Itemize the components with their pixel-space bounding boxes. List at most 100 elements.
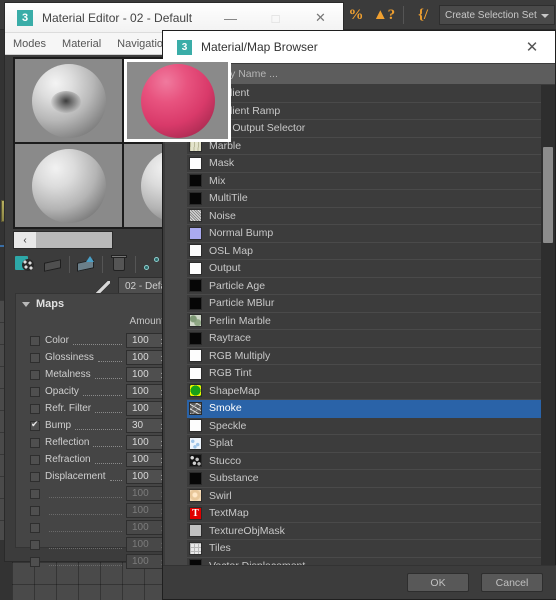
browser-list-item[interactable]: TextureObjMask bbox=[187, 523, 541, 540]
browser-list-item[interactable]: T TextMap bbox=[187, 505, 541, 523]
scrollbar-thumb[interactable] bbox=[543, 147, 553, 243]
map-row[interactable]: Reflection 100 bbox=[16, 434, 180, 451]
map-checkbox[interactable] bbox=[30, 437, 40, 448]
map-swatch-icon bbox=[189, 296, 202, 310]
map-row[interactable]: 100 bbox=[16, 485, 180, 502]
angle-snap-icon[interactable]: ▲? bbox=[372, 3, 396, 27]
browser-list-item[interactable]: Swirl bbox=[187, 488, 541, 505]
map-checkbox[interactable] bbox=[30, 471, 40, 482]
list-scrollbar[interactable] bbox=[541, 85, 555, 596]
triangle-down-icon[interactable] bbox=[22, 301, 30, 307]
map-checkbox[interactable] bbox=[30, 419, 40, 431]
map-row[interactable]: 100 bbox=[16, 519, 180, 536]
browser-list-item[interactable]: Raytrace bbox=[187, 330, 541, 348]
chevron-down-icon[interactable] bbox=[541, 14, 549, 18]
map-swatch-icon bbox=[189, 174, 202, 188]
browser-list-item[interactable]: Perlin Marble bbox=[187, 313, 541, 330]
browser-list-item[interactable]: Speckle bbox=[187, 418, 541, 435]
map-checkbox[interactable] bbox=[30, 386, 40, 397]
minimize-icon[interactable]: — bbox=[208, 3, 253, 33]
map-row[interactable]: Metalness 100 bbox=[16, 366, 180, 383]
material-preview-sphere bbox=[31, 148, 106, 223]
map-swatch-icon bbox=[189, 156, 202, 170]
map-row[interactable]: Bump 30 bbox=[16, 417, 180, 434]
map-row[interactable]: Opacity 100 bbox=[16, 383, 180, 400]
map-checkbox[interactable] bbox=[30, 454, 40, 465]
maximize-icon[interactable]: □ bbox=[253, 3, 298, 33]
map-dot-leader bbox=[94, 455, 122, 464]
browser-list-item[interactable]: Mix bbox=[187, 173, 541, 190]
put-to-library-icon[interactable] bbox=[75, 253, 97, 275]
browser-list-item[interactable]: Mask bbox=[187, 155, 541, 173]
map-row[interactable]: Displacement 100 bbox=[16, 468, 180, 485]
browser-list-item[interactable]: Gradient bbox=[187, 85, 541, 103]
browser-list-item[interactable]: Normal Bump bbox=[187, 225, 541, 243]
map-row[interactable]: 100 bbox=[16, 502, 180, 519]
tab-block[interactable] bbox=[36, 232, 112, 248]
menu-modes[interactable]: Modes bbox=[13, 38, 46, 50]
material-slot-3[interactable] bbox=[15, 144, 122, 227]
map-row[interactable]: Refr. Filter 100 bbox=[16, 400, 180, 417]
map-row[interactable]: Refraction 100 bbox=[16, 451, 180, 468]
map-dot-leader bbox=[72, 336, 122, 345]
chevron-left-icon[interactable]: ‹ bbox=[14, 232, 36, 248]
map-checkbox[interactable] bbox=[30, 352, 40, 363]
browser-list-item[interactable]: OSL Map bbox=[187, 243, 541, 260]
create-selection-set-input[interactable]: Create Selection Set bbox=[439, 5, 555, 25]
map-dot-leader bbox=[49, 506, 122, 515]
map-checkbox[interactable] bbox=[30, 522, 40, 533]
cancel-button[interactable]: Cancel bbox=[481, 573, 543, 592]
show-in-viewport-icon[interactable] bbox=[141, 253, 163, 275]
map-checkbox[interactable] bbox=[30, 335, 40, 346]
map-swatch-icon bbox=[189, 244, 202, 258]
browser-list-item[interactable]: RGB Tint bbox=[187, 365, 541, 383]
browser-item-label: Swirl bbox=[209, 489, 232, 502]
list-gutter bbox=[165, 85, 187, 596]
browser-list-item[interactable]: Smoke bbox=[187, 400, 541, 418]
close-icon[interactable]: ✕ bbox=[298, 3, 343, 33]
browser-list-item[interactable]: Map Output Selector bbox=[187, 120, 541, 138]
browser-list-item[interactable]: Particle MBlur bbox=[187, 295, 541, 313]
map-row[interactable]: Glossiness 100 bbox=[16, 349, 180, 366]
menu-material[interactable]: Material bbox=[62, 38, 101, 50]
map-swatch-icon bbox=[189, 471, 202, 485]
close-icon[interactable]: ✕ bbox=[519, 31, 545, 63]
browser-list-item[interactable]: Marble bbox=[187, 138, 541, 155]
browser-list-item[interactable]: Noise bbox=[187, 208, 541, 225]
percent-snap-icon[interactable]: % bbox=[344, 3, 368, 27]
map-swatch-icon bbox=[189, 541, 202, 555]
browser-list-item[interactable]: Stucco bbox=[187, 453, 541, 470]
ok-button[interactable]: OK bbox=[407, 573, 469, 592]
browser-list-item[interactable]: Output bbox=[187, 260, 541, 278]
map-checkbox[interactable] bbox=[30, 369, 40, 380]
browser-list-item[interactable]: Gradient Ramp bbox=[187, 103, 541, 120]
browser-list-item[interactable]: MultiTile bbox=[187, 190, 541, 208]
maps-rollout-header[interactable]: Maps bbox=[16, 294, 180, 314]
map-checkbox[interactable] bbox=[30, 556, 40, 567]
material-slot-2[interactable] bbox=[124, 59, 231, 142]
map-checkbox[interactable] bbox=[30, 539, 40, 550]
material-preview-sphere bbox=[31, 63, 106, 138]
map-checkbox[interactable] bbox=[30, 505, 40, 516]
map-row[interactable]: 100 bbox=[16, 553, 180, 570]
browser-list-item[interactable]: Tiles bbox=[187, 540, 541, 558]
toolbar-separator bbox=[403, 6, 404, 24]
map-row[interactable]: Color 100 bbox=[16, 332, 180, 349]
material-slot-1[interactable] bbox=[15, 59, 122, 142]
browser-list-item[interactable]: Particle Age bbox=[187, 278, 541, 295]
map-checkbox[interactable] bbox=[30, 488, 40, 499]
search-input[interactable] bbox=[183, 64, 555, 84]
map-amount-value: 100 bbox=[132, 437, 149, 448]
map-row[interactable]: 100 bbox=[16, 536, 180, 553]
get-material-icon[interactable] bbox=[15, 253, 37, 275]
assign-material-icon[interactable] bbox=[42, 253, 64, 275]
material-tab-strip[interactable]: ‹ bbox=[13, 231, 113, 249]
spinner-snap-icon[interactable]: {/ bbox=[411, 3, 435, 27]
browser-list-item[interactable]: Substance bbox=[187, 470, 541, 488]
browser-item-label: RGB Tint bbox=[209, 367, 252, 380]
browser-list-item[interactable]: ShapeMap bbox=[187, 383, 541, 400]
browser-list-item[interactable]: Splat bbox=[187, 435, 541, 453]
browser-list-item[interactable]: RGB Multiply bbox=[187, 348, 541, 365]
delete-icon[interactable] bbox=[108, 253, 130, 275]
map-checkbox[interactable] bbox=[30, 403, 40, 414]
